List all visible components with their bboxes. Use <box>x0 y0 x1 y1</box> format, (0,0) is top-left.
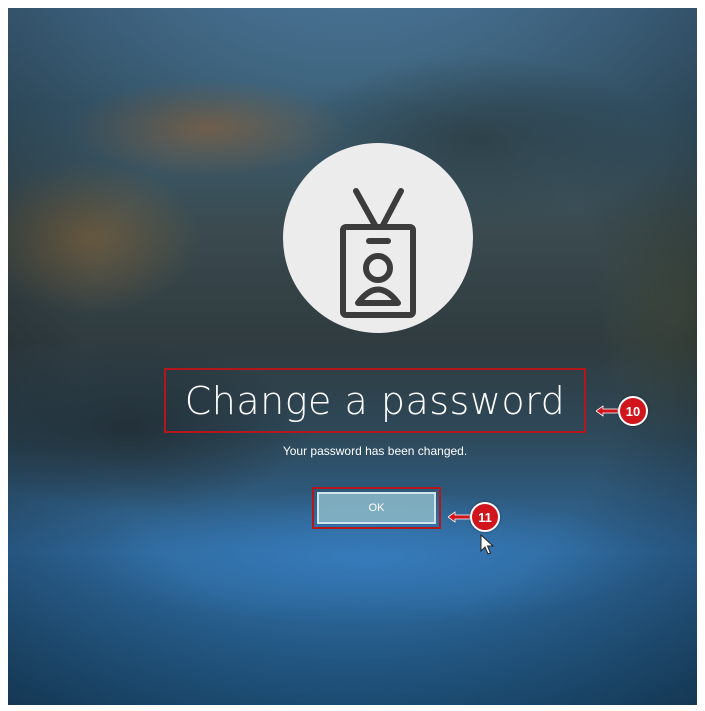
id-badge-user-icon <box>340 188 416 318</box>
arrow-left-icon <box>448 511 470 523</box>
annotation-badge-10: 10 <box>618 396 648 426</box>
dialog-title: Change a password <box>184 378 566 423</box>
ok-button[interactable]: OK <box>317 492 436 524</box>
mouse-pointer-icon <box>480 534 495 555</box>
annotation-badge-11: 11 <box>470 502 500 532</box>
status-message: Your password has been changed. <box>282 444 468 458</box>
arrow-left-icon <box>596 405 618 417</box>
user-avatar <box>283 143 473 333</box>
lock-screen-background <box>8 8 697 705</box>
